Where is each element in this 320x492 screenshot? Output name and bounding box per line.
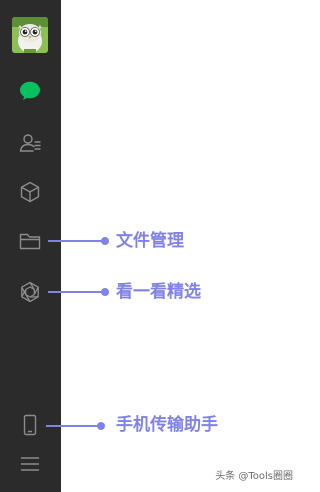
nav-file-manager[interactable] [18,229,42,253]
callout-dot-top-stories [101,288,109,296]
callout-label-file-manager: 文件管理 [116,231,184,251]
nav-chat[interactable] [18,79,42,103]
nav-menu[interactable] [18,452,42,476]
nav-contacts[interactable] [18,131,42,155]
callout-line-top-stories [48,291,104,293]
callout-dot-file-manager [101,237,109,245]
nav-phone-transfer[interactable] [18,413,42,437]
aperture-icon [21,281,39,303]
cube-icon [20,181,40,203]
owl-avatar-icon [12,17,48,53]
callout-line-file-manager [48,240,104,242]
folder-icon [19,233,41,250]
chat-bubble-icon [20,81,40,100]
callout-label-top-stories: 看一看精选 [116,282,201,302]
nav-top-stories[interactable] [18,280,42,304]
callout-line-phone-transfer [46,425,100,427]
callout-dot-phone-transfer [97,422,105,430]
watermark: 头条 @Tools圈圈 [215,471,293,482]
phone-icon [23,414,37,436]
hamburger-menu-icon [20,457,40,471]
avatar[interactable] [12,17,48,53]
sidebar [0,0,61,492]
nav-mini-programs[interactable] [18,180,42,204]
callout-label-phone-transfer: 手机传输助手 [116,415,218,435]
contacts-icon [19,134,41,152]
